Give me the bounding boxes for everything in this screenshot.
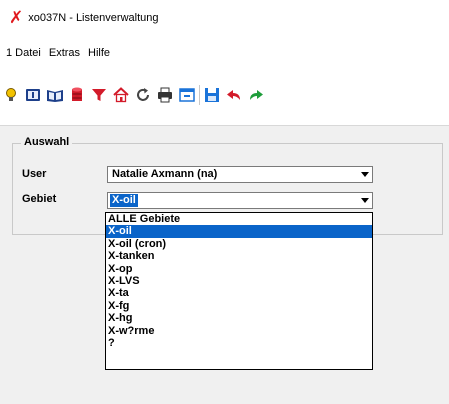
redo-icon[interactable] [245, 84, 267, 106]
save-icon[interactable] [201, 84, 223, 106]
lightbulb-icon[interactable] [0, 84, 22, 106]
open-book-icon[interactable] [44, 84, 66, 106]
menu-extras[interactable]: Extras [45, 47, 84, 59]
gebiet-combo-value: X-oil [110, 194, 138, 207]
user-combobox[interactable]: Natalie Axmann (na) [107, 166, 373, 183]
dropdown-option[interactable]: X-hg [106, 312, 372, 324]
dropdown-option[interactable]: X-ta [106, 287, 372, 299]
house-icon[interactable] [110, 84, 132, 106]
dropdown-option[interactable]: X-op [106, 263, 372, 275]
gebiet-dropdown-list: ALLE Gebiete X-oil X-oil (cron) X-tanken… [105, 212, 373, 370]
gebiet-combobox[interactable]: X-oil [107, 192, 373, 209]
refresh-icon[interactable] [132, 84, 154, 106]
print-icon[interactable] [154, 84, 176, 106]
dropdown-option[interactable]: X-LVS [106, 275, 372, 287]
dropdown-option-selected[interactable]: X-oil [106, 225, 372, 238]
auswahl-legend: Auswahl [21, 136, 73, 148]
dropdown-option[interactable]: X-w?rme [106, 325, 372, 337]
menu-hilfe[interactable]: Hilfe [84, 47, 114, 59]
chevron-down-icon[interactable] [358, 168, 371, 181]
chevron-down-icon[interactable] [358, 194, 371, 207]
toolbar [0, 82, 449, 108]
window-icon[interactable] [176, 84, 198, 106]
undo-icon[interactable] [223, 84, 245, 106]
menu-datei[interactable]: 1 Datei [0, 47, 45, 59]
user-label: User [22, 168, 47, 180]
dropdown-option[interactable]: ALLE Gebiete [106, 213, 372, 225]
filter-icon[interactable] [88, 84, 110, 106]
app-x-icon: ✗ [9, 7, 24, 28]
window-title: xo037N - Listenverwaltung [28, 12, 159, 24]
user-combo-value: Natalie Axmann (na) [112, 168, 218, 180]
toolbar-separator [199, 85, 200, 105]
dropdown-option[interactable]: ? [106, 337, 372, 349]
info-book-icon[interactable] [22, 84, 44, 106]
dropdown-option[interactable]: X-oil (cron) [106, 238, 372, 250]
database-icon[interactable] [66, 84, 88, 106]
title-bar: ✗ xo037N - Listenverwaltung [0, 0, 449, 36]
menu-bar: 1 Datei Extras Hilfe [0, 44, 114, 62]
dropdown-option[interactable]: X-fg [106, 300, 372, 312]
dropdown-option[interactable]: X-tanken [106, 250, 372, 262]
gebiet-label: Gebiet [22, 193, 57, 205]
